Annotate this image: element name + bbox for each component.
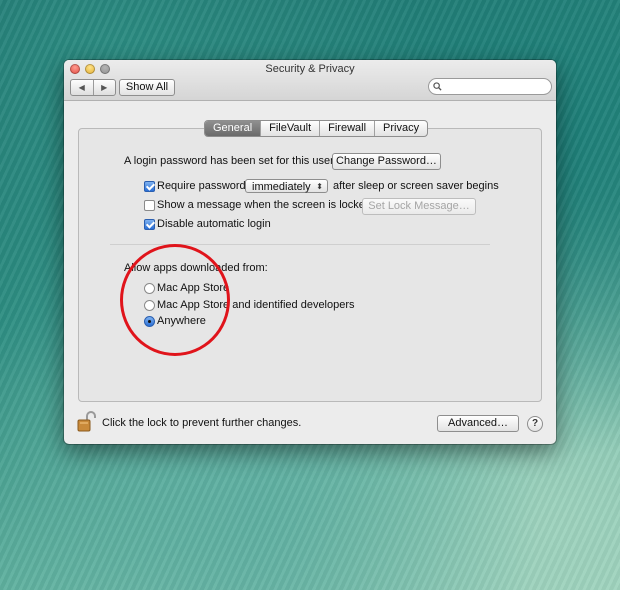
show-all-button[interactable]: Show All xyxy=(119,79,175,96)
back-button[interactable]: ◀ xyxy=(71,80,94,95)
require-password-checkbox[interactable] xyxy=(144,181,155,192)
login-password-text: A login password has been set for this u… xyxy=(124,155,334,167)
show-message-checkbox[interactable] xyxy=(144,200,155,211)
search-field[interactable] xyxy=(428,78,552,95)
tab-general[interactable]: General xyxy=(205,121,262,136)
tab-filevault[interactable]: FileVault xyxy=(261,121,321,136)
annotation-highlight-circle xyxy=(120,244,230,356)
updown-arrows-icon: ⬍ xyxy=(316,182,323,191)
help-button[interactable]: ? xyxy=(527,416,543,432)
security-privacy-window: Security & Privacy ◀ ▶ Show All General … xyxy=(64,60,556,444)
disable-auto-login-checkbox[interactable] xyxy=(144,219,155,230)
search-icon xyxy=(433,79,442,96)
lock-open-icon[interactable] xyxy=(77,410,97,432)
lock-text: Click the lock to prevent further change… xyxy=(102,417,302,429)
set-lock-message-button[interactable]: Set Lock Message… xyxy=(362,198,476,215)
advanced-button[interactable]: Advanced… xyxy=(437,415,519,432)
require-password-delay-select[interactable]: immediately ⬍ xyxy=(245,179,328,193)
tab-firewall[interactable]: Firewall xyxy=(320,121,376,136)
titlebar: Security & Privacy ◀ ▶ Show All xyxy=(64,60,556,101)
tab-privacy[interactable]: Privacy xyxy=(375,121,427,136)
disable-auto-login-label: Disable automatic login xyxy=(157,218,271,230)
show-message-label: Show a message when the screen is locked xyxy=(157,199,372,211)
window-title: Security & Privacy xyxy=(265,63,355,75)
after-sleep-text: after sleep or screen saver begins xyxy=(333,180,499,192)
back-forward-control[interactable]: ◀ ▶ xyxy=(70,79,116,96)
require-password-label: Require password xyxy=(157,180,246,192)
tab-bar: General FileVault Firewall Privacy xyxy=(204,120,429,137)
forward-button[interactable]: ▶ xyxy=(94,80,116,95)
change-password-button[interactable]: Change Password… xyxy=(332,153,441,170)
require-password-delay-value: immediately xyxy=(252,181,311,193)
